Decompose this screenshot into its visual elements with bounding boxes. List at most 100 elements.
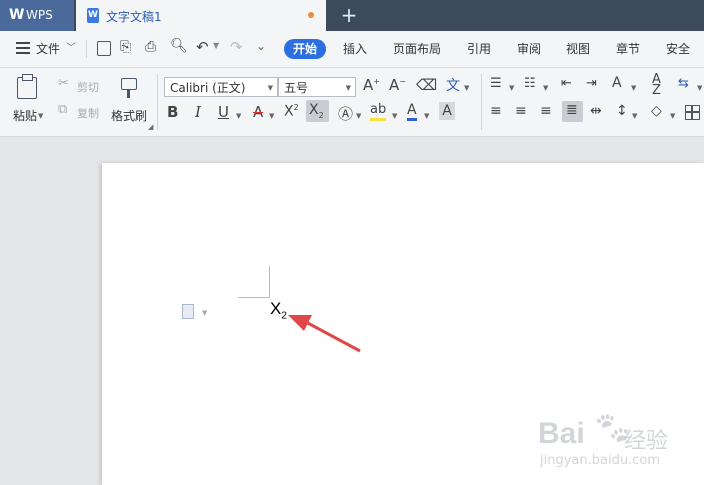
copy-button[interactable]: 复制 [77,105,99,121]
chevron-down-icon: ▼ [345,84,351,92]
font-name-select[interactable]: Calibri (正文) ▼ [164,77,278,97]
numbered-list-icon[interactable]: ☷ [524,76,536,91]
baidu-watermark: Bai 🐾︎ 经验 jingyan.baidu.com [536,405,704,475]
menu-bar: 文件 ﹀ ⎘ ⎙ 🔍︎ ↶ ▼ ↷ ⌄ 插入 页面布局 引用 审阅 视图 章节 … [0,31,704,68]
watermark-brand-cn: 经验 [624,429,669,454]
document-tab-label: 文字文稿1 [106,10,162,24]
sort-icon[interactable]: AZ [652,73,661,97]
font-size-select[interactable]: 五号 ▼ [278,77,356,97]
strikethrough-dropdown-icon[interactable]: ▼ [269,112,274,120]
show-marks-dropdown-icon[interactable]: ▼ [697,84,702,92]
cut-icon[interactable]: ✂ [58,76,69,91]
text-effect-icon[interactable]: Ⓐ [338,103,353,124]
menu-section[interactable]: 章节 [616,40,640,57]
menu-insert[interactable]: 插入 [343,40,367,57]
menu-page-layout[interactable]: 页面布局 [393,40,441,57]
undo-dropdown-icon[interactable]: ▼ [213,41,219,50]
watermark-brand: Bai [538,417,585,450]
menu-security[interactable]: 安全 [666,40,690,57]
align-left-icon[interactable]: ≡ [490,103,502,119]
print-icon[interactable]: ⎙ [145,39,156,55]
bulleted-list-icon[interactable]: ☰ [490,76,502,91]
increase-font-size-icon[interactable]: A+ [363,76,380,94]
chinese-layout-dropdown-icon[interactable]: ▼ [631,84,636,92]
subscript-button[interactable]: X2 [306,100,329,122]
paste-dropdown-icon[interactable]: ▼ [38,112,43,120]
paste-icon[interactable] [17,74,37,99]
strikethrough-icon[interactable]: A [253,103,263,121]
menu-references[interactable]: 引用 [467,40,491,57]
underline-dropdown-icon[interactable]: ▼ [236,112,241,120]
menu-home-tab[interactable]: 开始 [284,39,326,59]
title-bar: W WPS W 文字文稿1 + [0,0,704,31]
align-right-icon[interactable]: ≡ [540,103,552,119]
format-painter-icon[interactable] [121,78,137,98]
decrease-indent-icon[interactable]: ⇤ [561,76,572,91]
superscript-icon[interactable]: X2 [284,103,299,120]
bullets-dropdown-icon[interactable]: ▼ [509,84,514,92]
base-character: X [270,299,282,318]
group-expand-icon[interactable]: ◢ [148,123,153,131]
line-spacing-dropdown-icon[interactable]: ▼ [632,112,637,120]
undo-icon[interactable]: ↶ [196,38,209,56]
format-painter-button[interactable]: 格式刷 [111,107,147,124]
watermark-url: jingyan.baidu.com [540,453,660,468]
annotation-arrow [288,315,361,353]
phonetic-dropdown-icon[interactable]: ▼ [464,84,469,92]
new-tab-button[interactable]: + [336,4,362,28]
highlight-icon[interactable]: ab [370,102,387,121]
increase-indent-icon[interactable]: ⇥ [586,76,597,91]
copy-icon[interactable]: ⧉ [58,102,67,117]
menu-view[interactable]: 视图 [566,40,590,57]
unsaved-dot-icon [308,12,314,18]
print-preview-icon[interactable]: 🔍︎ [170,38,188,54]
divider [157,74,158,130]
customize-toolbar-icon[interactable]: ⌄ [256,39,266,53]
character-shading-icon[interactable]: A [439,102,455,120]
clear-formatting-icon[interactable]: ⌫ [416,76,437,94]
divider [86,40,87,58]
underline-icon[interactable]: U [218,103,229,121]
hamburger-icon[interactable] [16,42,30,54]
doc-icon: W [87,8,99,23]
line-spacing-icon[interactable]: ↕ [616,103,628,119]
phonetic-guide-icon[interactable]: 文 [446,75,460,95]
paste-button[interactable]: 粘贴 [13,107,37,124]
justify-button[interactable]: ≣ [562,101,583,122]
cut-button[interactable]: 剪切 [77,79,99,95]
chevron-down-icon[interactable]: ﹀ [66,39,76,54]
font-color-dropdown-icon[interactable]: ▼ [424,112,429,120]
numbering-dropdown-icon[interactable]: ▼ [543,84,548,92]
decrease-font-size-icon[interactable]: A− [389,76,406,94]
distributed-align-icon[interactable]: ⇹ [590,103,602,119]
font-size-value: 五号 [284,81,309,95]
menu-file[interactable]: 文件 [36,40,60,57]
justify-icon: ≣ [566,102,578,118]
wps-logo-icon: W [9,7,25,23]
text-effect-dropdown-icon[interactable]: ▼ [356,112,361,120]
paragraph-layout-icon[interactable] [182,304,194,319]
shading-dropdown-icon[interactable]: ▼ [670,112,675,120]
menu-review[interactable]: 审阅 [517,40,541,57]
font-color-icon[interactable]: A [407,102,417,121]
shading-icon[interactable]: ◇ [651,103,662,119]
wps-home-tab[interactable]: W WPS [0,0,74,31]
highlight-dropdown-icon[interactable]: ▼ [392,112,397,120]
chinese-layout-icon[interactable]: A [612,75,622,91]
show-marks-icon[interactable]: ⇆ [678,76,689,91]
subscript-icon: X2 [309,102,324,120]
wps-tab-label: WPS [26,8,53,22]
chevron-down-icon: ▼ [267,84,273,92]
ribbon-toolbar: 粘贴 ▼ ✂ 剪切 ⧉ 复制 格式刷 ◢ Calibri (正文) ▼ 五号 ▼… [0,68,704,137]
document-tab[interactable]: W 文字文稿1 [76,0,326,31]
align-center-icon[interactable]: ≡ [515,103,527,119]
borders-icon[interactable] [685,105,700,120]
margin-corner-mark [238,266,270,298]
export-icon[interactable]: ⎘ [120,39,131,55]
paragraph-layout-dropdown-icon[interactable]: ▼ [202,309,207,317]
font-name-value: Calibri (正文) [170,81,246,95]
bold-icon[interactable]: B [167,103,178,121]
italic-icon[interactable]: I [195,103,201,121]
redo-icon[interactable]: ↷ [230,38,243,56]
save-icon[interactable] [97,41,111,56]
